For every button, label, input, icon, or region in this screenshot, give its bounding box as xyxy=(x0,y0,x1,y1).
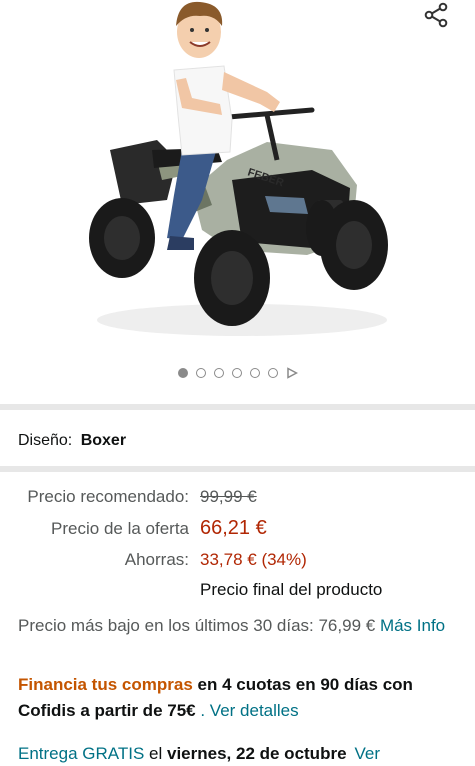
list-price-value: 99,99 € xyxy=(200,487,257,506)
delivery-text: el xyxy=(149,744,163,763)
section-divider xyxy=(0,404,475,410)
carousel-dot[interactable] xyxy=(249,368,260,378)
list-price-row: Precio recomendado: 99,99 € xyxy=(0,487,475,515)
carousel-dot[interactable] xyxy=(195,368,206,378)
video-play-icon[interactable] xyxy=(286,367,298,379)
carousel-dot[interactable] xyxy=(267,368,278,378)
carousel-dot[interactable] xyxy=(177,368,188,378)
carousel-dot[interactable] xyxy=(213,368,224,378)
savings-label: Ahorras: xyxy=(124,550,189,569)
lowest-price-text: Precio más bajo en los últimos 30 días: … xyxy=(18,616,376,635)
product-image[interactable]: FEBER xyxy=(82,0,402,345)
delivery-details-link[interactable]: Ver xyxy=(355,744,381,763)
carousel-dot[interactable] xyxy=(231,368,242,378)
share-icon[interactable] xyxy=(418,0,454,30)
savings-row: Ahorras: 33,78 € (34%) xyxy=(0,550,475,578)
image-carousel-indicator[interactable] xyxy=(0,364,475,382)
financing-details-link[interactable]: . Ver detalles xyxy=(200,701,298,720)
more-info-link[interactable]: Más Info xyxy=(380,616,445,635)
variant-label: Diseño: xyxy=(18,432,73,449)
savings-value: 33,78 € (34%) xyxy=(200,550,307,569)
financing-offer: Financia tus compras en 4 cuotas en 90 d… xyxy=(18,672,463,724)
delivery-info: Entrega GRATIS el viernes, 22 de octubre… xyxy=(18,742,475,766)
delivery-date: viernes, 22 de octubre xyxy=(167,744,347,763)
list-price-label: Precio recomendado: xyxy=(27,487,189,506)
deal-price-label: Precio de la oferta xyxy=(51,519,189,538)
free-delivery-link[interactable]: Entrega GRATIS xyxy=(18,744,144,763)
final-price-note: Precio final del producto xyxy=(200,580,383,599)
section-divider xyxy=(0,466,475,472)
lowest-price-info: Precio más bajo en los últimos 30 días: … xyxy=(18,614,458,638)
financing-highlight[interactable]: Financia tus compras xyxy=(18,675,193,694)
variant-selector[interactable]: Diseño: Boxer xyxy=(18,430,126,452)
product-image-gallery[interactable]: FEBER xyxy=(0,0,475,400)
deal-price-row: Precio de la oferta 66,21 € xyxy=(0,517,475,545)
variant-value: Boxer xyxy=(80,432,127,449)
deal-price-value: 66,21 € xyxy=(200,517,267,539)
final-price-note-row: Precio final del producto xyxy=(0,580,475,608)
